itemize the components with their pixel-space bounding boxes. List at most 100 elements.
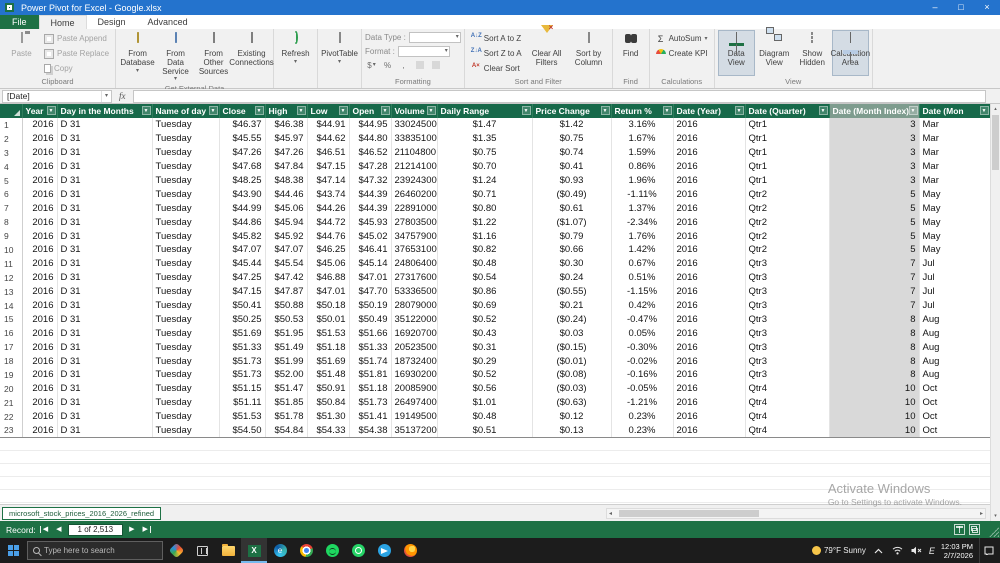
- cell-open[interactable]: $47.28: [349, 159, 392, 174]
- cell-year[interactable]: 2016: [22, 368, 58, 382]
- cell-high[interactable]: $48.38: [265, 173, 308, 188]
- cell-date-mon[interactable]: Jul: [919, 270, 990, 285]
- cell-date-month-index[interactable]: 10: [829, 395, 920, 410]
- cell-low[interactable]: $43.74: [307, 187, 350, 202]
- pivottable-button[interactable]: PivotTable ▾: [321, 30, 358, 78]
- cell-date-year[interactable]: 2016: [673, 173, 746, 188]
- cell-date-quarter[interactable]: Qtr4: [745, 395, 830, 410]
- cell-name-of-day[interactable]: Tuesday: [152, 118, 220, 132]
- cell-date-mon[interactable]: Mar: [919, 159, 990, 174]
- notification-center-button[interactable]: [979, 538, 997, 563]
- cell-date-year[interactable]: 2016: [673, 256, 746, 271]
- cell-return[interactable]: -0.16%: [611, 368, 674, 382]
- cell-year[interactable]: 2016: [22, 229, 58, 244]
- cell-high[interactable]: $46.38: [265, 118, 308, 132]
- cell-price-change[interactable]: $0.74: [532, 145, 612, 160]
- cell-year[interactable]: 2016: [22, 340, 58, 355]
- cell-close[interactable]: $47.68: [219, 159, 266, 174]
- cell-date-quarter[interactable]: Qtr2: [745, 229, 830, 244]
- create-kpi-button[interactable]: Create KPI: [653, 46, 711, 61]
- cell-price-change[interactable]: ($0.63): [532, 395, 612, 410]
- cell-date-mon[interactable]: Oct: [919, 395, 990, 410]
- cell-name-of-day[interactable]: Tuesday: [152, 229, 220, 244]
- cell-close[interactable]: $51.73: [219, 368, 266, 382]
- cell-date-mon[interactable]: Oct: [919, 409, 990, 424]
- cell-name-of-day[interactable]: Tuesday: [152, 312, 220, 327]
- cell-date-quarter[interactable]: Qtr1: [745, 159, 830, 174]
- cell-date-year[interactable]: 2016: [673, 270, 746, 285]
- taskbar-item-edge[interactable]: e: [267, 538, 293, 563]
- cell-price-change[interactable]: ($0.08): [532, 368, 612, 382]
- cell-day-in-the-months[interactable]: D 31: [57, 201, 153, 216]
- cell-close[interactable]: $45.44: [219, 256, 266, 271]
- cell-date-year[interactable]: 2016: [673, 409, 746, 424]
- filter-arrow-icon[interactable]: ▼: [979, 106, 989, 115]
- volume-muted-icon[interactable]: [910, 538, 923, 563]
- cell-date-month-index[interactable]: 8: [829, 354, 920, 369]
- cell-date-year[interactable]: 2016: [673, 145, 746, 160]
- from-other-sources-button[interactable]: From Other Sources: [195, 30, 232, 83]
- column-header-date-quarter[interactable]: Date (Quarter) ▼: [745, 104, 830, 118]
- existing-connections-button[interactable]: Existing Connections: [229, 30, 274, 83]
- row-number[interactable]: 13: [0, 284, 23, 299]
- cell-daily-range[interactable]: $0.86: [437, 284, 533, 299]
- cell-year[interactable]: 2016: [22, 312, 58, 327]
- paste-append-button[interactable]: Paste Append: [41, 31, 112, 46]
- cell-date-quarter[interactable]: Qtr3: [745, 340, 830, 355]
- cell-name-of-day[interactable]: Tuesday: [152, 243, 220, 257]
- cell-day-in-the-months[interactable]: D 31: [57, 326, 153, 341]
- row-number[interactable]: 3: [0, 145, 23, 160]
- cell-high[interactable]: $45.97: [265, 131, 308, 146]
- cell-date-month-index[interactable]: 8: [829, 368, 920, 382]
- cell-volume[interactable]: 28079000: [391, 298, 438, 313]
- cell-open[interactable]: $44.80: [349, 131, 392, 146]
- cell-volume[interactable]: 27317600: [391, 270, 438, 285]
- cell-name-of-day[interactable]: Tuesday: [152, 340, 220, 355]
- first-record-button[interactable]: ◀: [39, 526, 50, 533]
- cell-return[interactable]: 0.23%: [611, 423, 674, 438]
- cell-volume[interactable]: 35122000: [391, 312, 438, 327]
- cell-name-of-day[interactable]: Tuesday: [152, 326, 220, 341]
- cell-daily-range[interactable]: $1.22: [437, 215, 533, 230]
- percent-format-button[interactable]: %: [381, 59, 394, 71]
- cell-daily-range[interactable]: $0.71: [437, 187, 533, 202]
- cell-day-in-the-months[interactable]: D 31: [57, 145, 153, 160]
- cell-price-change[interactable]: $0.30: [532, 256, 612, 271]
- format-combo[interactable]: ▾: [397, 45, 450, 57]
- clear-sort-button[interactable]: A× Clear Sort: [468, 61, 525, 76]
- thousands-format-button[interactable]: ,: [397, 59, 410, 71]
- cell-low[interactable]: $44.62: [307, 131, 350, 146]
- row-number[interactable]: 19: [0, 368, 23, 382]
- cell-close[interactable]: $47.25: [219, 270, 266, 285]
- row-number[interactable]: 4: [0, 159, 23, 174]
- cell-date-year[interactable]: 2016: [673, 284, 746, 299]
- cell-date-year[interactable]: 2016: [673, 395, 746, 410]
- weather-widget[interactable]: 79°F Sunny: [811, 546, 866, 555]
- filter-arrow-icon[interactable]: ▼: [296, 106, 306, 115]
- taskbar-item-copilot[interactable]: [163, 538, 189, 563]
- cell-date-quarter[interactable]: Qtr3: [745, 298, 830, 313]
- cell-date-year[interactable]: 2016: [673, 340, 746, 355]
- cell-date-quarter[interactable]: Qtr4: [745, 423, 830, 438]
- cell-low[interactable]: $51.69: [307, 354, 350, 369]
- row-number[interactable]: 11: [0, 256, 23, 271]
- cell-low[interactable]: $50.84: [307, 395, 350, 410]
- column-header-day-in-the-months[interactable]: Day in the Months ▼: [57, 104, 153, 118]
- cell-open[interactable]: $51.41: [349, 409, 392, 424]
- cell-date-month-index[interactable]: 8: [829, 340, 920, 355]
- row-number[interactable]: 8: [0, 215, 23, 230]
- cell-date-month-index[interactable]: 5: [829, 229, 920, 244]
- cell-date-month-index[interactable]: 7: [829, 270, 920, 285]
- cell-close[interactable]: $51.33: [219, 340, 266, 355]
- cell-return[interactable]: 3.16%: [611, 118, 674, 132]
- cell-return[interactable]: 0.42%: [611, 298, 674, 313]
- horizontal-scrollbar-thumb[interactable]: [619, 509, 759, 517]
- last-record-button[interactable]: ▶: [141, 526, 151, 533]
- tab-file[interactable]: File: [0, 15, 39, 29]
- cell-volume[interactable]: 26460200: [391, 187, 438, 202]
- cell-date-month-index[interactable]: 3: [829, 173, 920, 188]
- cell-date-month-index[interactable]: 7: [829, 298, 920, 313]
- cell-daily-range[interactable]: $1.35: [437, 131, 533, 146]
- cell-day-in-the-months[interactable]: D 31: [57, 270, 153, 285]
- minimize-button[interactable]: –: [922, 0, 948, 15]
